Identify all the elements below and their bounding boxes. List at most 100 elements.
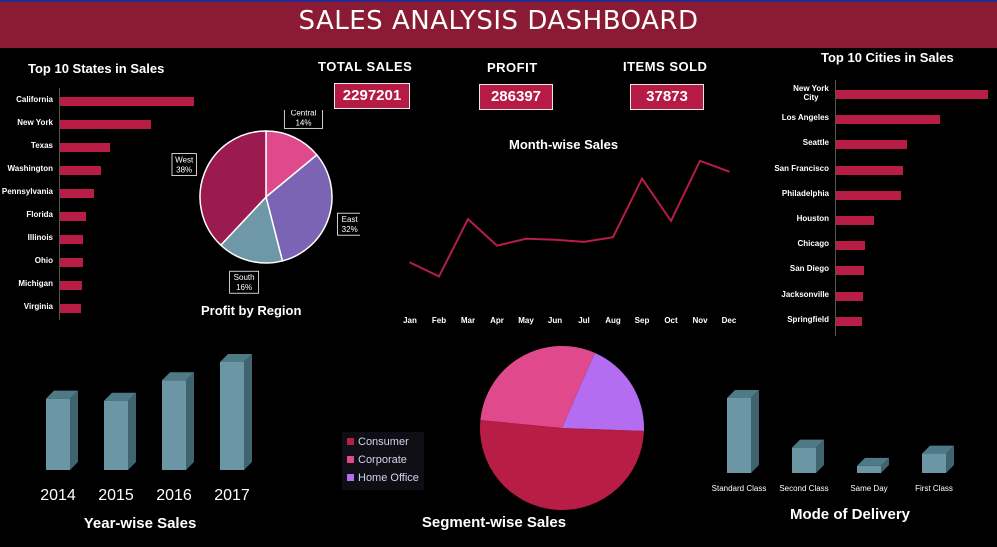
city-bar-los-angeles xyxy=(836,115,941,125)
legend-label-corporate: Corporate xyxy=(358,454,407,466)
states-chart-title: Top 10 States in Sales xyxy=(28,61,165,76)
state-label-virginia: Virginia xyxy=(23,302,53,311)
year-column-2014 xyxy=(46,390,78,470)
state-label-ohio: Ohio xyxy=(34,256,53,265)
year-tick-2015: 2015 xyxy=(98,487,134,504)
month-point-sep xyxy=(641,177,643,180)
month-tick-jul: Jul xyxy=(578,316,590,325)
delivery-column-standard-class xyxy=(727,390,759,473)
legend-label-home-office: Home Office xyxy=(358,472,419,484)
region-label-value-central: 14% xyxy=(295,118,311,127)
year-column-2017 xyxy=(220,354,252,470)
year-tick-2014: 2014 xyxy=(40,487,76,504)
page-title: SALES ANALYSIS DASHBOARD xyxy=(298,6,699,36)
city-label-springfield: Springfield xyxy=(787,314,829,324)
delivery-column-second-class xyxy=(792,439,824,473)
year-chart-title: Year-wise Sales xyxy=(83,515,197,532)
city-bar-seattle xyxy=(836,140,907,150)
city-label-los-angeles: Los Angeles xyxy=(781,113,829,123)
month-point-nov xyxy=(699,160,701,162)
kpi-total-sales-label: TOTAL SALES xyxy=(318,59,413,74)
legend-item-corporate: Corporate xyxy=(347,454,407,466)
year-column-front-2015 xyxy=(104,400,128,470)
kpi-profit-value: 286397 xyxy=(479,84,553,110)
month-tick-feb: Feb xyxy=(432,316,446,325)
city-bar-san-francisco xyxy=(836,165,903,175)
month-tick-aug: Aug xyxy=(605,316,621,325)
city-bar-new-york-city xyxy=(836,90,988,99)
legend-label-consumer: Consumer xyxy=(358,436,409,448)
legend-item-consumer: Consumer xyxy=(347,436,409,448)
city-bar-jacksonville xyxy=(836,291,863,301)
segment-slice-consumer xyxy=(480,419,644,511)
city-label-new-york-city: New York City xyxy=(793,84,829,102)
legend-item-home-office: Home Office xyxy=(347,472,419,484)
city-bar-chicago xyxy=(836,241,865,251)
year-tick-2017: 2017 xyxy=(214,487,250,504)
delivery-tick-second-class: Second Class xyxy=(779,484,828,493)
state-label-michigan: Michigan xyxy=(18,279,53,288)
segment-legend: Consumer Corporate Home Office xyxy=(342,432,424,490)
month-point-aug xyxy=(612,236,614,239)
month-point-jan xyxy=(409,261,411,264)
delivery-column-front-first-class xyxy=(922,453,946,473)
month-tick-apr: Apr xyxy=(490,316,504,325)
state-bar-texas xyxy=(60,143,110,152)
state-label-illinois: Illinois xyxy=(27,233,53,242)
month-tick-oct: Oct xyxy=(664,316,678,325)
region-label-name-south: South xyxy=(234,273,255,282)
city-bar-houston xyxy=(836,216,875,225)
city-label-philadelphia: Philadelphia xyxy=(781,188,829,198)
city-bar-philadelphia xyxy=(836,190,901,200)
year-column-front-2014 xyxy=(46,398,70,470)
month-line-chart: Jan Feb Mar Apr May Jun Jul Aug Sep Oct Nov Dec xyxy=(403,159,737,325)
region-data-label-south: South16% xyxy=(229,270,260,294)
delivery-tick-first-class: First Class xyxy=(915,484,953,493)
state-bar-california xyxy=(60,97,194,106)
month-tick-jan: Jan xyxy=(403,316,417,325)
year-column-side-2017 xyxy=(244,354,252,470)
region-data-label-east: East32% xyxy=(337,212,360,236)
delivery-tick-same-day: Same Day xyxy=(850,484,887,493)
delivery-column-front-standard-class xyxy=(727,398,751,473)
month-point-feb xyxy=(438,275,440,278)
city-label-san-diego: San Diego xyxy=(789,264,829,274)
state-label-washington: Washington xyxy=(7,164,53,173)
year-column-side-2015 xyxy=(128,392,136,470)
month-tick-sep: Sep xyxy=(635,316,650,325)
year-column-2015 xyxy=(104,392,136,470)
region-pie-chart: Central14% East32% South16% West38% xyxy=(171,110,360,294)
month-line-series xyxy=(409,159,730,278)
kpi-total-sales-value: 2297201 xyxy=(334,83,410,109)
delivery-column-side-standard-class xyxy=(751,390,759,473)
state-label-california: California xyxy=(16,95,53,104)
delivery-column-chart: Standard Class Second Class Same Day First … xyxy=(712,390,954,493)
state-bar-pennsylvania xyxy=(60,189,95,198)
month-tick-jun: Jun xyxy=(548,316,562,325)
month-point-jul xyxy=(583,241,585,243)
month-tick-dec: Dec xyxy=(722,316,737,325)
state-bar-michigan xyxy=(60,281,83,290)
month-tick-may: May xyxy=(518,316,534,325)
region-label-name-central: Central xyxy=(291,110,317,117)
kpi-items-sold-value: 37873 xyxy=(630,84,704,110)
year-column-2016 xyxy=(162,372,194,470)
city-bar-springfield xyxy=(836,316,862,326)
city-label-jacksonville: Jacksonville xyxy=(781,289,829,299)
state-bar-ohio xyxy=(60,258,83,267)
segment-chart-title: Segment-wise Sales xyxy=(421,514,567,531)
segment-pie-chart xyxy=(480,346,644,511)
region-label-value-east: 32% xyxy=(342,225,358,234)
month-point-jun xyxy=(554,238,556,241)
kpi-items-sold-label: ITEMS SOLD xyxy=(623,59,708,74)
region-label-value-west: 38% xyxy=(176,166,192,175)
region-data-label-central: Central14% xyxy=(283,110,323,129)
year-column-front-2017 xyxy=(220,362,244,470)
region-label-name-east: East xyxy=(342,215,359,224)
state-bar-washington xyxy=(60,166,101,175)
month-point-apr xyxy=(496,244,498,247)
cities-bar-chart: New York City Los Angeles Seattle San Franc… xyxy=(760,80,997,336)
region-label-value-south: 16% xyxy=(236,283,252,292)
kpi-profit-label: PROFIT xyxy=(487,60,538,75)
city-label-houston: Houston xyxy=(796,214,829,223)
